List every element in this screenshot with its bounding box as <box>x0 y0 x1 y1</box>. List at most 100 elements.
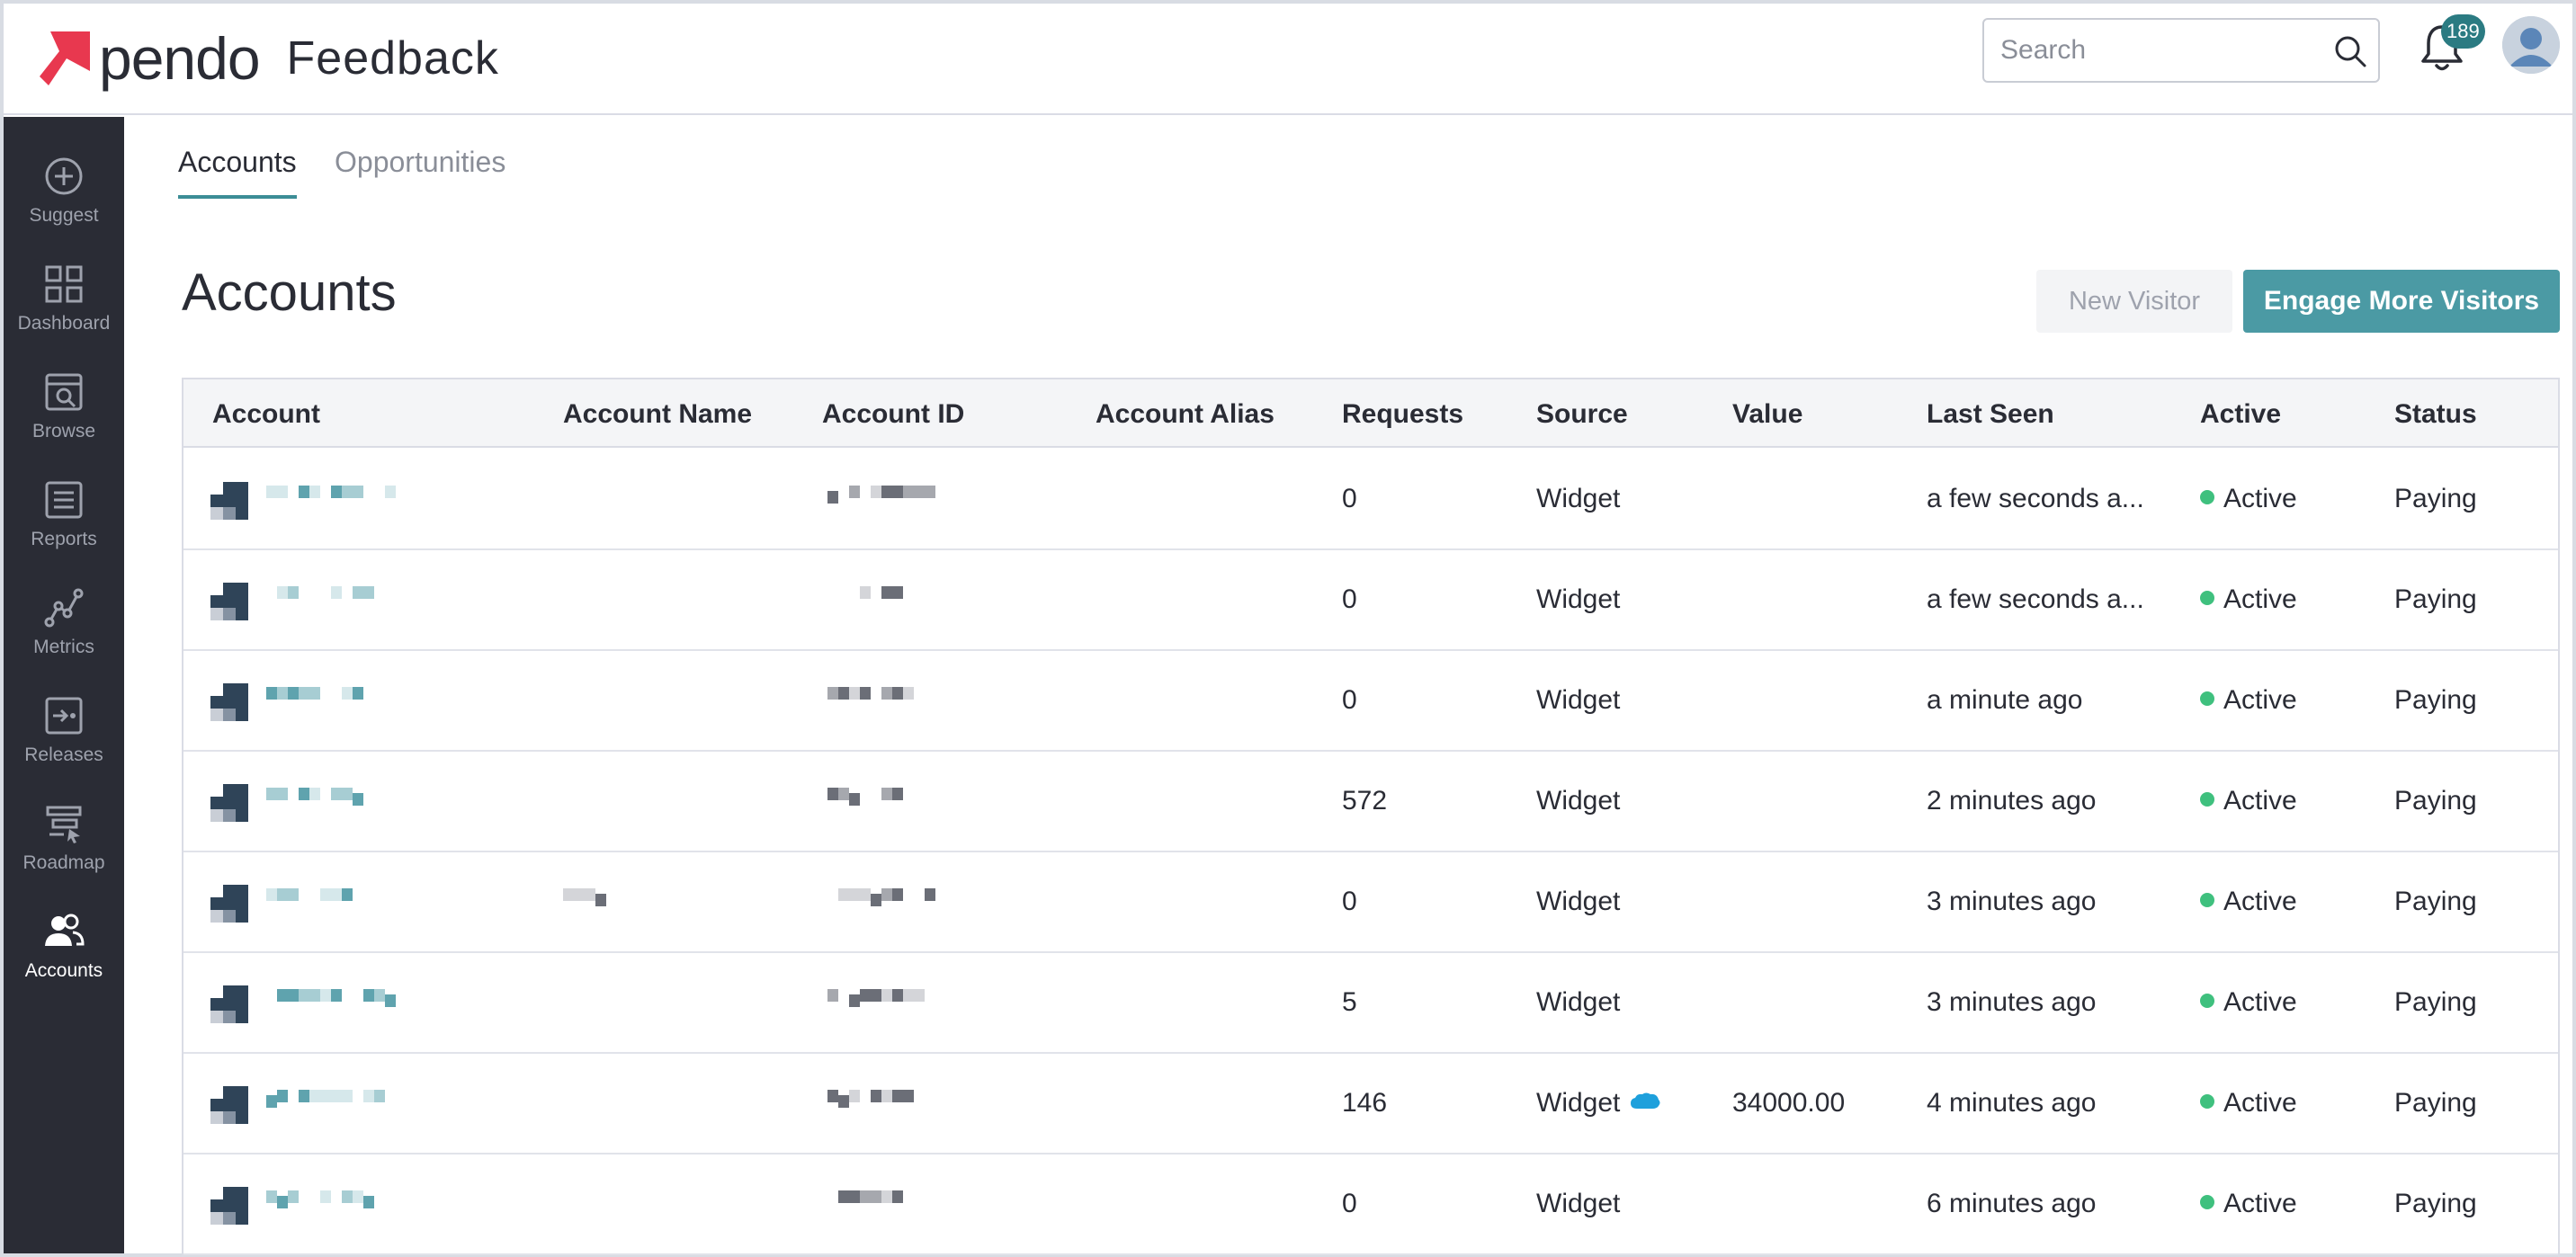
last-seen-cell: a few seconds a... <box>1927 484 2144 513</box>
sidebar-item-suggest[interactable]: Suggest <box>4 135 124 234</box>
column-header-source[interactable]: Source <box>1536 399 1628 430</box>
metrics-icon <box>44 588 84 628</box>
sidebar-item-dashboard[interactable]: Dashboard <box>4 243 124 342</box>
account-avatar <box>210 1086 248 1124</box>
column-header-account[interactable]: Account <box>212 399 320 430</box>
source-cell: Widget <box>1536 685 1620 716</box>
source-label: Widget <box>1536 685 1621 715</box>
sidebar-item-browse[interactable]: Browse <box>4 351 124 450</box>
status-cell: Paying <box>2394 887 2477 916</box>
requests-cell: 0 <box>1342 887 1357 916</box>
user-avatar[interactable] <box>2502 16 2560 74</box>
new-visitor-button[interactable]: New Visitor <box>2036 270 2232 333</box>
source-cell: Widget <box>1536 584 1620 615</box>
active-label: Active <box>2223 987 2297 1017</box>
column-header-account-name[interactable]: Account Name <box>563 399 752 430</box>
active-dot-icon <box>2200 792 2214 807</box>
column-header-active[interactable]: Active <box>2200 399 2281 430</box>
accounts-table: Account Account Name Account ID Account … <box>182 378 2560 1257</box>
sidebar-item-label: Accounts <box>24 960 103 981</box>
sidebar-item-metrics[interactable]: Metrics <box>4 566 124 665</box>
active-label: Active <box>2223 887 2297 916</box>
status-cell: Paying <box>2394 584 2477 614</box>
column-header-account-alias[interactable]: Account Alias <box>1096 399 1275 430</box>
sidebar-item-label: Dashboard <box>17 313 111 334</box>
source-label: Widget <box>1536 1088 1621 1118</box>
sidebar-item-label: Reports <box>31 529 97 549</box>
status-cell: Paying <box>2394 484 2477 513</box>
sidebar-item-roadmap[interactable]: Roadmap <box>4 782 124 881</box>
active-label: Active <box>2223 484 2297 513</box>
table-row[interactable]: 0 Widget a few seconds a... Active Paying <box>183 450 2558 550</box>
active-label: Active <box>2223 1088 2297 1118</box>
status-cell: Paying <box>2394 1189 2477 1218</box>
last-seen-cell: a minute ago <box>1927 685 2083 715</box>
column-header-requests[interactable]: Requests <box>1342 399 1463 430</box>
active-status: Active <box>2200 987 2297 1018</box>
requests-cell: 0 <box>1342 584 1357 614</box>
sidebar-item-label: Metrics <box>33 637 94 657</box>
active-label: Active <box>2223 1189 2297 1218</box>
active-dot-icon <box>2200 893 2214 908</box>
last-seen-cell: 4 minutes ago <box>1927 1088 2097 1118</box>
requests-cell: 5 <box>1342 987 1357 1017</box>
source-label: Widget <box>1536 786 1621 816</box>
table-row[interactable]: 0 Widget a minute ago Active Paying <box>183 651 2558 752</box>
source-cell: Widget <box>1536 987 1620 1018</box>
roadmap-icon <box>46 806 82 843</box>
engage-more-visitors-button[interactable]: Engage More Visitors <box>2243 270 2560 333</box>
active-status: Active <box>2200 685 2297 716</box>
sidebar-item-accounts[interactable]: Accounts <box>4 890 124 989</box>
releases-icon <box>45 697 83 735</box>
top-header: pendo Feedback 189 <box>4 4 2572 115</box>
account-avatar <box>210 784 248 822</box>
status-cell: Paying <box>2394 786 2477 816</box>
search-input[interactable] <box>1984 20 2308 81</box>
column-header-status[interactable]: Status <box>2394 399 2477 430</box>
search-icon[interactable] <box>2333 34 2367 68</box>
sidebar-item-releases[interactable]: Releases <box>4 674 124 773</box>
table-header: Account Account Name Account ID Account … <box>183 379 2558 448</box>
app-logo[interactable]: pendo Feedback <box>40 27 499 90</box>
last-seen-cell: 2 minutes ago <box>1927 786 2097 816</box>
account-avatar <box>210 583 248 620</box>
requests-cell: 0 <box>1342 685 1357 715</box>
table-row[interactable]: 5 Widget 3 minutes ago Active Paying <box>183 953 2558 1054</box>
page-title: Accounts <box>182 263 397 322</box>
column-header-last-seen[interactable]: Last Seen <box>1927 399 2054 430</box>
search-box <box>1982 18 2380 83</box>
table-row[interactable]: 146 Widget 34000.00 4 minutes ago Active Payi… <box>183 1054 2558 1154</box>
tab-accounts[interactable]: Accounts <box>178 146 297 199</box>
reports-icon <box>45 481 83 519</box>
plus-circle-icon <box>45 157 83 195</box>
account-avatar <box>210 683 248 721</box>
active-label: Active <box>2223 786 2297 816</box>
active-status: Active <box>2200 1088 2297 1119</box>
requests-cell: 572 <box>1342 786 1388 816</box>
tab-opportunities[interactable]: Opportunities <box>335 146 505 195</box>
account-avatar <box>210 1187 248 1225</box>
active-label: Active <box>2223 685 2297 715</box>
table-row[interactable]: 0 Widget 3 minutes ago Active Paying <box>183 852 2558 953</box>
source-cell: Widget <box>1536 887 1620 917</box>
source-label: Widget <box>1536 484 1621 513</box>
table-row[interactable]: 0 Widget a few seconds a... Active Paying <box>183 550 2558 651</box>
last-seen-cell: 3 minutes ago <box>1927 887 2097 916</box>
requests-cell: 0 <box>1342 484 1357 513</box>
sidebar-item-reports[interactable]: Reports <box>4 459 124 557</box>
sidebar-item-label: Browse <box>31 421 96 441</box>
column-header-value[interactable]: Value <box>1732 399 1802 430</box>
table-row[interactable]: 572 Widget 2 minutes ago Active Paying <box>183 752 2558 852</box>
source-label: Widget <box>1536 1189 1621 1218</box>
salesforce-cloud-icon <box>1631 1092 1660 1110</box>
active-dot-icon <box>2200 1094 2214 1110</box>
source-cell: Widget <box>1536 1088 1661 1119</box>
source-cell: Widget <box>1536 1189 1620 1219</box>
source-cell: Widget <box>1536 786 1620 816</box>
active-status: Active <box>2200 887 2297 917</box>
sidebar-item-label: Suggest <box>29 205 99 226</box>
users-icon <box>45 914 85 946</box>
column-header-account-id[interactable]: Account ID <box>822 399 964 430</box>
active-status: Active <box>2200 1189 2297 1219</box>
table-row[interactable]: 0 Widget 6 minutes ago Active Paying <box>183 1154 2558 1255</box>
